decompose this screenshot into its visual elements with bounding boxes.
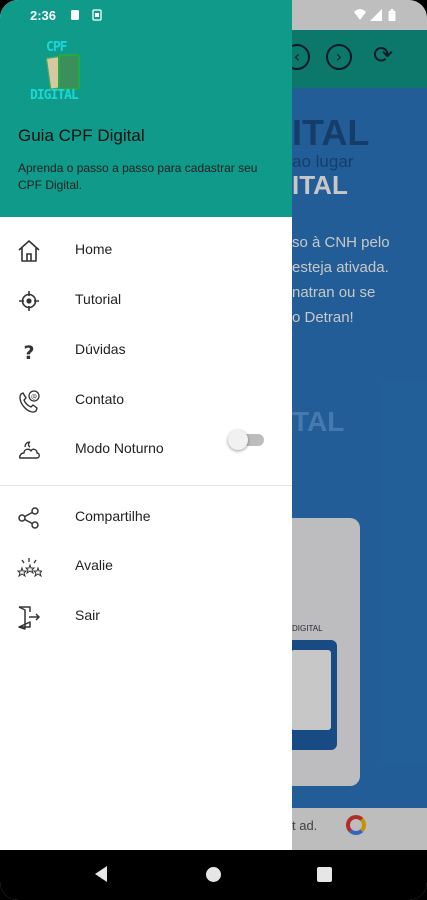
menu-label-tutorial: Tutorial	[75, 291, 122, 307]
logo-phone-icon	[58, 54, 80, 90]
menu-item-home[interactable]: Home	[0, 225, 292, 275]
menu-label-sair: Sair	[75, 607, 100, 623]
menu-item-sair[interactable]: Sair	[0, 591, 292, 641]
status-time: 2:36	[30, 8, 57, 23]
menu-item-compartilhe[interactable]: Compartilhe	[0, 492, 292, 542]
cloud-moon-icon	[18, 441, 40, 459]
drawer-header: CPF DIGITAL Guia CPF Digital Aprenda o p…	[0, 0, 292, 217]
svg-text:?: ?	[23, 342, 34, 364]
menu-item-avalie[interactable]: Avalie	[0, 541, 292, 591]
status-bar: 2:36	[0, 0, 427, 30]
menu-divider	[0, 485, 292, 486]
home-nav-icon[interactable]	[206, 867, 221, 882]
signal-icon	[370, 9, 382, 21]
menu-label-contato: Contato	[75, 391, 125, 407]
logo-text-bottom: DIGITAL	[30, 88, 79, 103]
exit-icon	[18, 606, 41, 630]
menu-label-avalie: Avalie	[75, 557, 113, 573]
screen: ‹ › ⟳ ITAL ao lugar ITAL so à CNH pelo e…	[0, 0, 427, 900]
phone-icon: @	[19, 390, 40, 413]
navigation-drawer: CPF DIGITAL Guia CPF Digital Aprenda o p…	[0, 0, 292, 850]
menu-label-duvidas: Dúvidas	[75, 341, 126, 357]
menu-item-duvidas[interactable]: ? Dúvidas	[0, 325, 292, 375]
app-logo: CPF DIGITAL	[28, 40, 94, 106]
menu-item-contato[interactable]: @ Contato	[0, 375, 292, 425]
wifi-icon	[354, 9, 366, 20]
switch-thumb	[228, 430, 248, 450]
menu-item-tutorial[interactable]: Tutorial	[0, 275, 292, 325]
target-icon	[19, 291, 39, 311]
drawer-subtitle: Aprenda o passo a passo para cadastrar s…	[18, 161, 258, 192]
drawer-title: Guia CPF Digital	[18, 126, 145, 145]
rate-icon	[16, 558, 42, 578]
battery-icon	[388, 9, 396, 21]
night-mode-switch[interactable]	[228, 430, 264, 450]
menu-label-compartilhe: Compartilhe	[75, 508, 151, 524]
recents-icon[interactable]	[317, 867, 332, 882]
menu-label-home: Home	[75, 241, 113, 257]
logo-text-top: CPF	[46, 40, 68, 55]
notification-icon	[71, 10, 79, 20]
svg-text:@: @	[31, 394, 37, 401]
question-icon: ?	[23, 342, 34, 364]
share-icon	[18, 507, 39, 529]
sim-icon	[92, 9, 102, 21]
menu-label-modo-noturno: Modo Noturno	[75, 440, 164, 456]
back-icon[interactable]	[95, 866, 107, 882]
home-icon	[18, 240, 40, 262]
